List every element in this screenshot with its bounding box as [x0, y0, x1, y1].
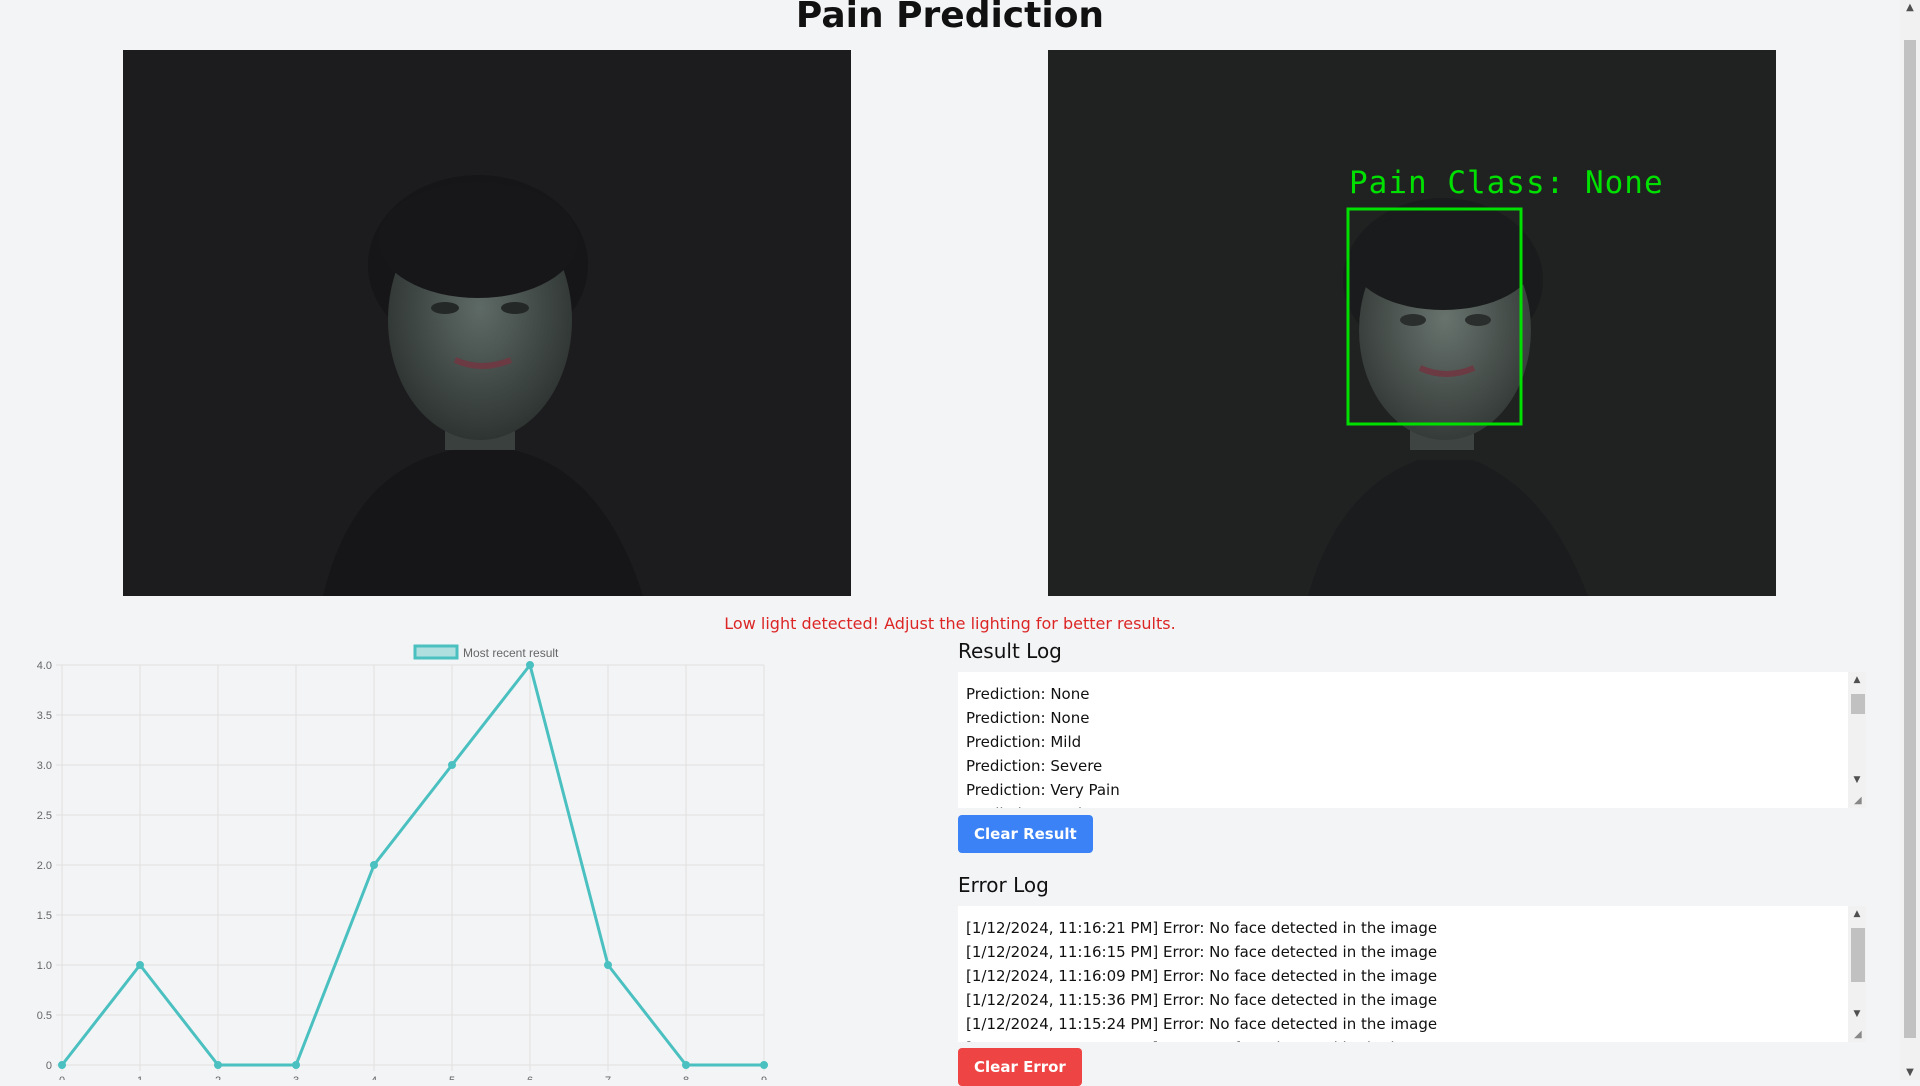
error-log-scroll-thumb[interactable] [1851, 928, 1865, 982]
x-tick-label: 3 [293, 1075, 299, 1080]
x-tick-label: 7 [605, 1075, 611, 1080]
chart-legend: Most recent result [413, 644, 559, 660]
webcam-image [123, 50, 851, 596]
y-tick-label: 2.0 [37, 860, 52, 872]
processed-video-feed: Pain Class: None [1048, 50, 1776, 596]
result-log-lines: Prediction: None Prediction: None Predicti… [958, 672, 1866, 808]
resize-handle-icon[interactable]: ◢ [1854, 796, 1864, 806]
clear-result-button[interactable]: Clear Result [958, 815, 1093, 853]
data-point [370, 861, 378, 869]
x-tick-label: 0 [59, 1075, 65, 1080]
log-line: Prediction: Very Pain [966, 781, 1120, 799]
data-point [682, 1061, 690, 1069]
data-point [526, 661, 534, 669]
x-tick-label: 2 [215, 1075, 221, 1080]
x-tick-label: 4 [371, 1075, 377, 1080]
scroll-down-icon[interactable]: ▼ [1848, 772, 1866, 788]
data-point [448, 761, 456, 769]
error-log-scrollbar[interactable]: ▲ ▼ [1848, 906, 1866, 1042]
result-log-textarea[interactable]: Prediction: None Prediction: None Predicti… [958, 672, 1866, 808]
scroll-down-icon[interactable]: ▼ [1848, 1006, 1866, 1022]
page-scroll-up-icon[interactable]: ▲ [1900, 2, 1920, 13]
scroll-up-icon[interactable]: ▲ [1848, 672, 1866, 688]
log-line: [1/12/2024, 11:15:24 PM] Error: No face … [966, 1015, 1438, 1033]
error-log-heading: Error Log [958, 873, 1049, 897]
page-scroll-down-icon[interactable]: ▼ [1900, 1067, 1920, 1078]
data-point [136, 961, 144, 969]
y-tick-label: 0 [46, 1060, 52, 1072]
error-log-lines: [1/12/2024, 11:16:21 PM] Error: No face … [958, 906, 1866, 1042]
log-line: [1/12/2024, 11:16:15 PM] Error: No face … [966, 943, 1438, 961]
chart-grid [56, 664, 765, 1071]
y-tick-label: 1.5 [37, 910, 52, 922]
clear-error-button[interactable]: Clear Error [958, 1048, 1082, 1086]
log-line: Prediction: Mod [966, 802, 1866, 808]
x-tick-label: 6 [527, 1075, 533, 1080]
low-light-warning: Low light detected! Adjust the lighting … [724, 614, 1176, 633]
y-tick-label: 0.5 [37, 1010, 52, 1022]
data-point [214, 1061, 222, 1069]
webcam-video-feed [123, 50, 851, 596]
page-title: Pain Prediction [795, 0, 1105, 36]
y-tick-label: 3.0 [37, 760, 52, 772]
y-tick-label: 3.5 [37, 710, 52, 722]
log-line: [1/12/2024, 11:16:09 PM] Error: No face … [966, 967, 1438, 985]
scroll-up-icon[interactable]: ▲ [1848, 906, 1866, 922]
result-log-scroll-thumb[interactable] [1851, 694, 1865, 714]
chart-x-ticks: 0 1 2 3 4 5 6 7 8 9 [59, 1075, 767, 1080]
log-line: Prediction: Severe [966, 757, 1103, 775]
log-line: Prediction: None [966, 709, 1090, 727]
x-tick-label: 5 [449, 1075, 455, 1080]
page-scrollbar[interactable]: ▲ ▼ [1900, 0, 1920, 1080]
resize-handle-icon[interactable]: ◢ [1854, 1030, 1864, 1040]
pain-class-label: Pain Class: None [1349, 165, 1664, 201]
x-tick-label: 1 [137, 1075, 143, 1080]
legend-label: Most recent result [463, 646, 559, 660]
data-point [604, 961, 612, 969]
legend-swatch [413, 644, 459, 660]
processed-image: Pain Class: None [1048, 50, 1776, 596]
data-point [292, 1061, 300, 1069]
result-log-scrollbar[interactable]: ▲ ▼ [1848, 672, 1866, 808]
log-line: Prediction: Mild [966, 733, 1082, 751]
y-tick-label: 4.0 [37, 660, 52, 672]
x-tick-label: 9 [761, 1075, 767, 1080]
data-point [58, 1061, 66, 1069]
y-tick-label: 1.0 [37, 960, 52, 972]
page-scroll-thumb[interactable] [1904, 40, 1916, 1038]
result-log-heading: Result Log [958, 639, 1062, 663]
log-line: [1/12/2024, 11:16:21 PM] Error: No face … [966, 919, 1438, 937]
pain-history-chart: 0 0.5 1.0 1.5 2.0 2.5 3.0 3.5 4.0 0 1 2 3 4 5 6 7 8 9 Mos… [37, 644, 768, 1080]
log-line: [1/12/2024, 11:14:55 PM] Error: No face … [966, 1036, 1866, 1042]
chart-y-ticks: 0 0.5 1.0 1.5 2.0 2.5 3.0 3.5 4.0 [37, 660, 52, 1072]
log-line: Prediction: None [966, 685, 1090, 703]
log-line: [1/12/2024, 11:15:36 PM] Error: No face … [966, 991, 1438, 1009]
data-point [760, 1061, 768, 1069]
error-log-textarea[interactable]: [1/12/2024, 11:16:21 PM] Error: No face … [958, 906, 1866, 1042]
y-tick-label: 2.5 [37, 810, 52, 822]
x-tick-label: 8 [683, 1075, 689, 1080]
